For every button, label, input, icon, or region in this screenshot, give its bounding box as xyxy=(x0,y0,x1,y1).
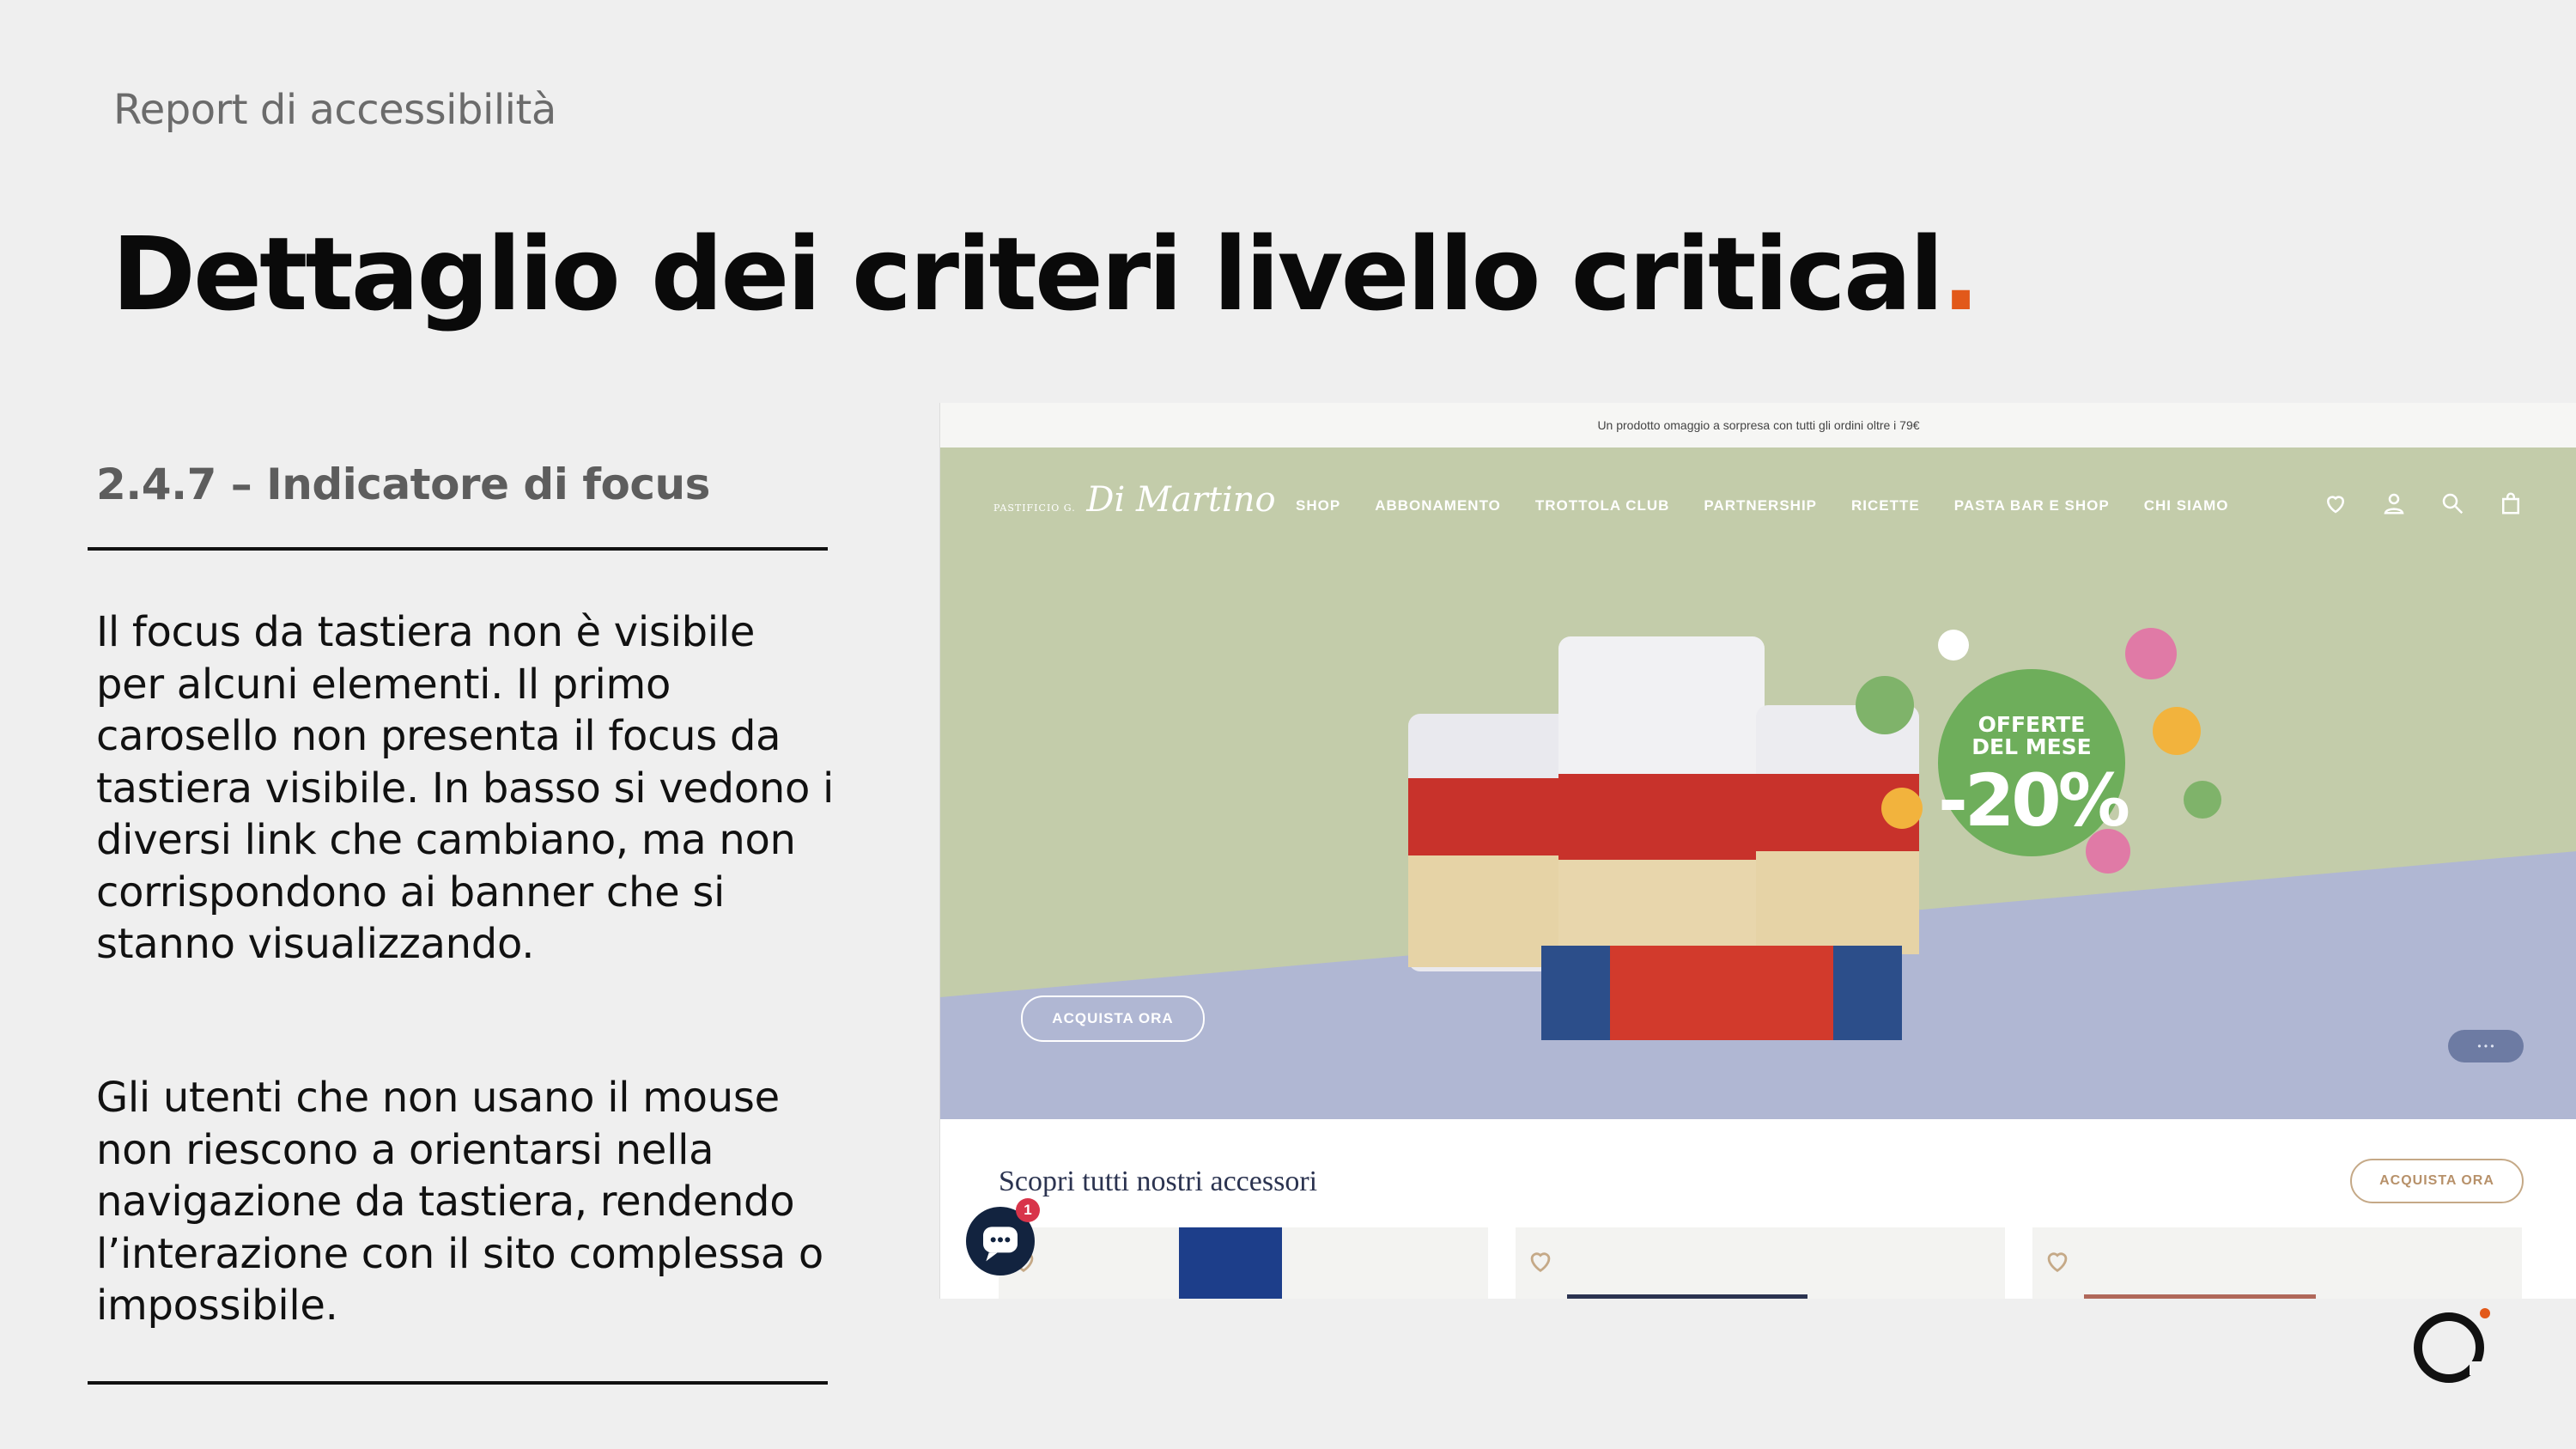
offer-badge: OFFERTE DEL MESE -20% xyxy=(1938,669,2130,856)
offer-value: -20% xyxy=(1938,758,2130,843)
nav-item-partnership[interactable]: PARTNERSHIP xyxy=(1704,497,1817,514)
logo-small-text: PASTIFICIO G. xyxy=(993,502,1076,514)
offer-line-1: OFFERTE xyxy=(1978,712,2086,737)
carousel-pagination[interactable]: • • • xyxy=(2448,1030,2524,1062)
nav-item-abbonamento[interactable]: ABBONAMENTO xyxy=(1375,497,1501,514)
brand-logo-icon xyxy=(2414,1308,2490,1383)
report-subtitle: Report di accessibilità xyxy=(113,86,556,134)
product-card[interactable] xyxy=(1516,1227,2005,1299)
product-image xyxy=(1567,1294,1807,1299)
header-icons xyxy=(2323,490,2524,516)
nav-item-chi-siamo[interactable]: CHI SIAMO xyxy=(2144,497,2229,514)
slide-title: Dettaglio dei criteri livello critical. xyxy=(112,215,1980,333)
website-screenshot: Un prodotto omaggio a sorpresa con tutti… xyxy=(939,403,2576,1299)
description-paragraph-2: Gli utenti che non usano il mouse non ri… xyxy=(96,1074,823,1330)
title-accent-dot: . xyxy=(1941,215,1980,333)
bottom-divider xyxy=(88,1381,828,1385)
offer-line-2: DEL MESE xyxy=(1971,734,2092,759)
heart-icon[interactable] xyxy=(2323,490,2348,516)
slide-title-text: Dettaglio dei criteri livello critical xyxy=(112,215,1944,333)
site-logo[interactable]: PASTIFICIO G. Di Martino xyxy=(993,480,1276,520)
bag-icon[interactable] xyxy=(2498,490,2524,516)
top-divider xyxy=(88,547,828,551)
nav-item-ricette[interactable]: RICETTE xyxy=(1851,497,1920,514)
announcement-bar: Un prodotto omaggio a sorpresa con tutti… xyxy=(940,403,2576,448)
product-image xyxy=(1179,1227,1282,1299)
criterion-heading: 2.4.7 – Indicatore di focus xyxy=(96,460,710,509)
wishlist-heart-icon[interactable] xyxy=(2043,1246,2072,1275)
product-card[interactable] xyxy=(2032,1227,2522,1299)
nav-item-shop[interactable]: SHOP xyxy=(1296,497,1340,514)
product-image xyxy=(2084,1294,2316,1299)
section-cta-button[interactable]: ACQUISTA ORA xyxy=(2350,1159,2524,1203)
main-navigation: SHOP ABBONAMENTO TROTTOLA CLUB PARTNERSH… xyxy=(1296,497,2228,514)
nav-item-trottola-club[interactable]: TROTTOLA CLUB xyxy=(1535,497,1670,514)
wishlist-heart-icon[interactable] xyxy=(1526,1246,1555,1275)
hero-carousel: PASTIFICIO G. Di Martino SHOP ABBONAMENT… xyxy=(940,447,2576,1119)
nav-item-pasta-bar[interactable]: PASTA BAR E SHOP xyxy=(1954,497,2110,514)
chat-notification-badge: 1 xyxy=(1016,1198,1040,1222)
section-title: Scopri tutti nostri accessori xyxy=(999,1166,1318,1197)
logo-script-text: Di Martino xyxy=(1086,480,1276,520)
user-icon[interactable] xyxy=(2381,490,2407,516)
description-paragraph-1: Il focus da tastiera non è visibile per … xyxy=(96,608,835,968)
product-card[interactable] xyxy=(999,1227,1488,1299)
hero-cta-button[interactable]: ACQUISTA ORA xyxy=(1021,995,1205,1042)
search-icon[interactable] xyxy=(2439,490,2465,516)
